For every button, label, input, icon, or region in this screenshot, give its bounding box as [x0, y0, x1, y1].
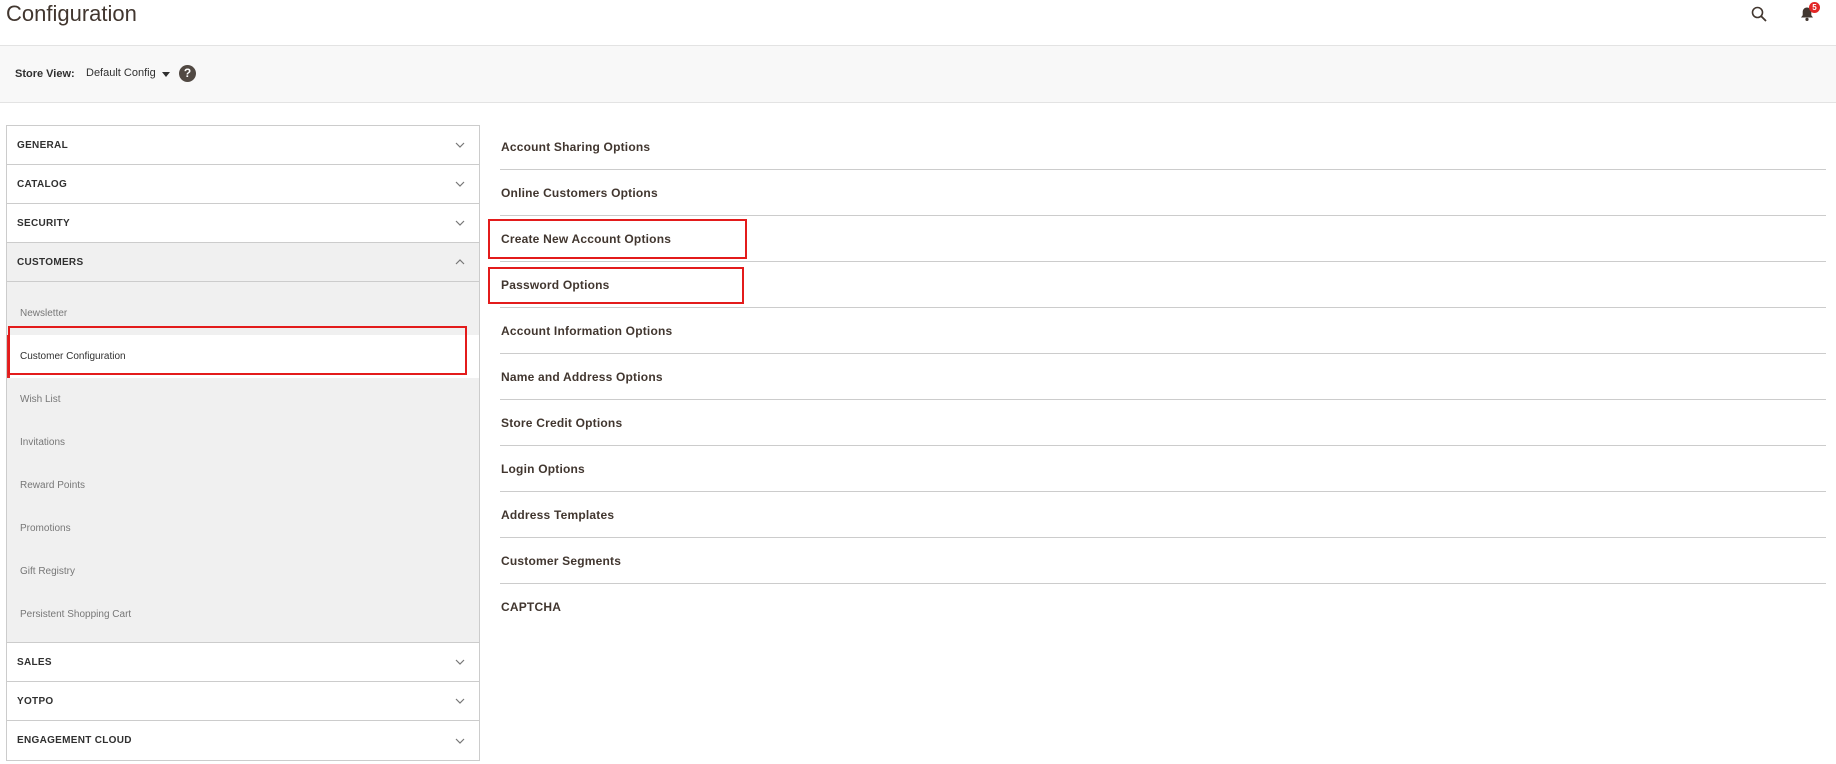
sidebar-section-label: CUSTOMERS: [17, 256, 84, 268]
config-group-password[interactable]: Password Options: [500, 262, 1826, 308]
config-group-create-new-account[interactable]: Create New Account Options: [500, 216, 1826, 262]
config-group-captcha[interactable]: CAPTCHA: [500, 584, 1826, 630]
sidebar-item-persistent-shopping-cart[interactable]: Persistent Shopping Cart: [7, 593, 479, 636]
sidebar-section-sales[interactable]: SALES: [7, 643, 479, 682]
store-view-bar: Store View: Default Config ?: [0, 45, 1836, 103]
store-view-selected: Default Config: [86, 67, 156, 79]
config-group-label: CAPTCHA: [501, 600, 562, 614]
config-group-login[interactable]: Login Options: [500, 446, 1826, 492]
sidebar-section-label: CATALOG: [17, 178, 68, 190]
chevron-up-icon: [453, 257, 467, 267]
sidebar-section-label: YOTPO: [17, 695, 54, 707]
config-group-label: Store Credit Options: [501, 415, 623, 430]
sidebar-section-label: GENERAL: [17, 139, 68, 151]
config-group-label: Customer Segments: [501, 553, 622, 568]
config-group-label: Create New Account Options: [501, 231, 672, 246]
chevron-down-icon: [453, 218, 467, 228]
header-actions: 5: [1748, 2, 1820, 25]
sidebar-section-label: SALES: [17, 656, 52, 668]
customers-subitems: Newsletter Customer Configuration Wish L…: [7, 282, 479, 643]
search-icon[interactable]: [1748, 3, 1770, 25]
sidebar-section-security[interactable]: SECURITY: [7, 204, 479, 243]
config-group-label: Account Information Options: [501, 323, 673, 338]
store-view-label: Store View:: [15, 68, 75, 80]
sidebar-section-label: SECURITY: [17, 217, 70, 229]
sidebar-item-reward-points[interactable]: Reward Points: [7, 464, 479, 507]
config-group-name-and-address[interactable]: Name and Address Options: [500, 354, 1826, 400]
config-group-online-customers[interactable]: Online Customers Options: [500, 170, 1826, 216]
sidebar-section-engagement-cloud[interactable]: ENGAGEMENT CLOUD: [7, 721, 479, 760]
sidebar-item-promotions[interactable]: Promotions: [7, 507, 479, 550]
sidebar-item-gift-registry[interactable]: Gift Registry: [7, 550, 479, 593]
store-view-switcher[interactable]: Default Config: [86, 67, 170, 79]
config-group-label: Password Options: [501, 277, 610, 292]
chevron-down-icon: [453, 736, 467, 746]
bell-icon[interactable]: 5: [1796, 2, 1820, 25]
sidebar-item-newsletter[interactable]: Newsletter: [7, 292, 479, 335]
config-group-label: Name and Address Options: [501, 369, 663, 384]
sidebar-item-customer-configuration[interactable]: Customer Configuration: [7, 335, 479, 378]
page-title: Configuration: [6, 1, 137, 26]
config-group-label: Account Sharing Options: [501, 139, 651, 154]
sidebar-section-yotpo[interactable]: YOTPO: [7, 682, 479, 721]
caret-down-icon: [161, 71, 170, 77]
config-group-label: Login Options: [501, 461, 585, 476]
config-sidebar: GENERAL CATALOG SECURITY CUSTOMERS Newsl…: [6, 125, 480, 761]
chevron-down-icon: [453, 179, 467, 189]
chevron-down-icon: [453, 696, 467, 706]
config-group-customer-segments[interactable]: Customer Segments: [500, 538, 1826, 584]
config-group-account-information[interactable]: Account Information Options: [500, 308, 1826, 354]
sidebar-section-catalog[interactable]: CATALOG: [7, 165, 479, 204]
question-circle-icon[interactable]: ?: [179, 65, 196, 82]
chevron-down-icon: [453, 657, 467, 667]
config-group-store-credit[interactable]: Store Credit Options: [500, 400, 1826, 446]
config-group-account-sharing[interactable]: Account Sharing Options: [500, 124, 1826, 170]
chevron-down-icon: [453, 140, 467, 150]
config-group-label: Address Templates: [501, 507, 615, 522]
config-group-label: Online Customers Options: [501, 185, 658, 200]
sidebar-section-label: ENGAGEMENT CLOUD: [17, 735, 132, 746]
notification-count-badge: 5: [1809, 2, 1820, 13]
sidebar-item-invitations[interactable]: Invitations: [7, 421, 479, 464]
sidebar-item-wish-list[interactable]: Wish List: [7, 378, 479, 421]
config-group-address-templates[interactable]: Address Templates: [500, 492, 1826, 538]
sidebar-section-customers[interactable]: CUSTOMERS: [7, 243, 479, 282]
config-group-list: Account Sharing Options Online Customers…: [500, 124, 1826, 630]
sidebar-section-general[interactable]: GENERAL: [7, 126, 479, 165]
